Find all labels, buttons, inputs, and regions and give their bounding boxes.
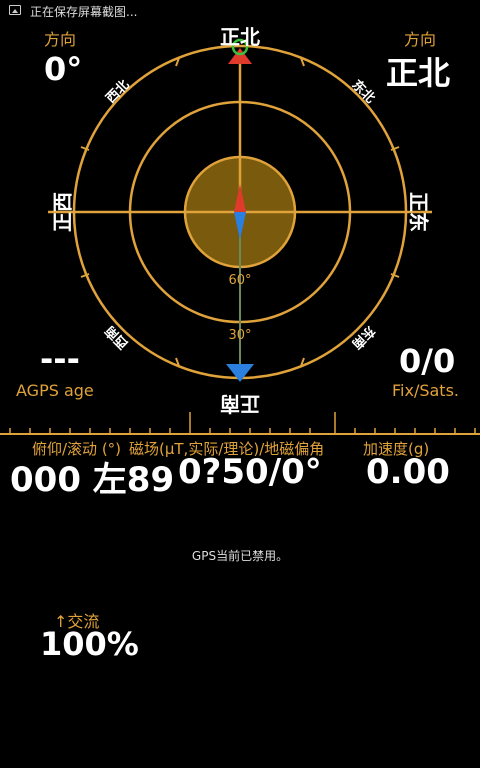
agps-label: AGPS age (16, 381, 94, 400)
northeast-label: 东北 (348, 77, 378, 107)
battery-level-value: 100% (40, 625, 139, 663)
pitch-roll-value: 000 左89 (10, 460, 175, 500)
accel-value: 0.00 (366, 452, 450, 492)
north-label: 正北 (220, 25, 260, 49)
magnetic-value: 0?50/0° (178, 452, 322, 492)
fix-value: 0/0 (399, 342, 456, 380)
north-marker (228, 48, 252, 64)
gps-status-message: GPS当前已禁用。 (191, 549, 289, 563)
elevation-30-label: 30° (228, 328, 251, 343)
east-label: 正东 (407, 192, 431, 232)
elevation-60-label: 60° (228, 273, 251, 288)
northwest-label: 西北 (103, 77, 132, 106)
fix-label: Fix/Sats. (392, 381, 459, 400)
west-label: 正西 (51, 192, 75, 232)
southwest-label: 西南 (102, 322, 132, 352)
south-label: 正南 (220, 392, 260, 416)
south-marker (226, 364, 254, 382)
agps-value: --- (40, 340, 80, 378)
southeast-label: 东南 (348, 322, 378, 352)
